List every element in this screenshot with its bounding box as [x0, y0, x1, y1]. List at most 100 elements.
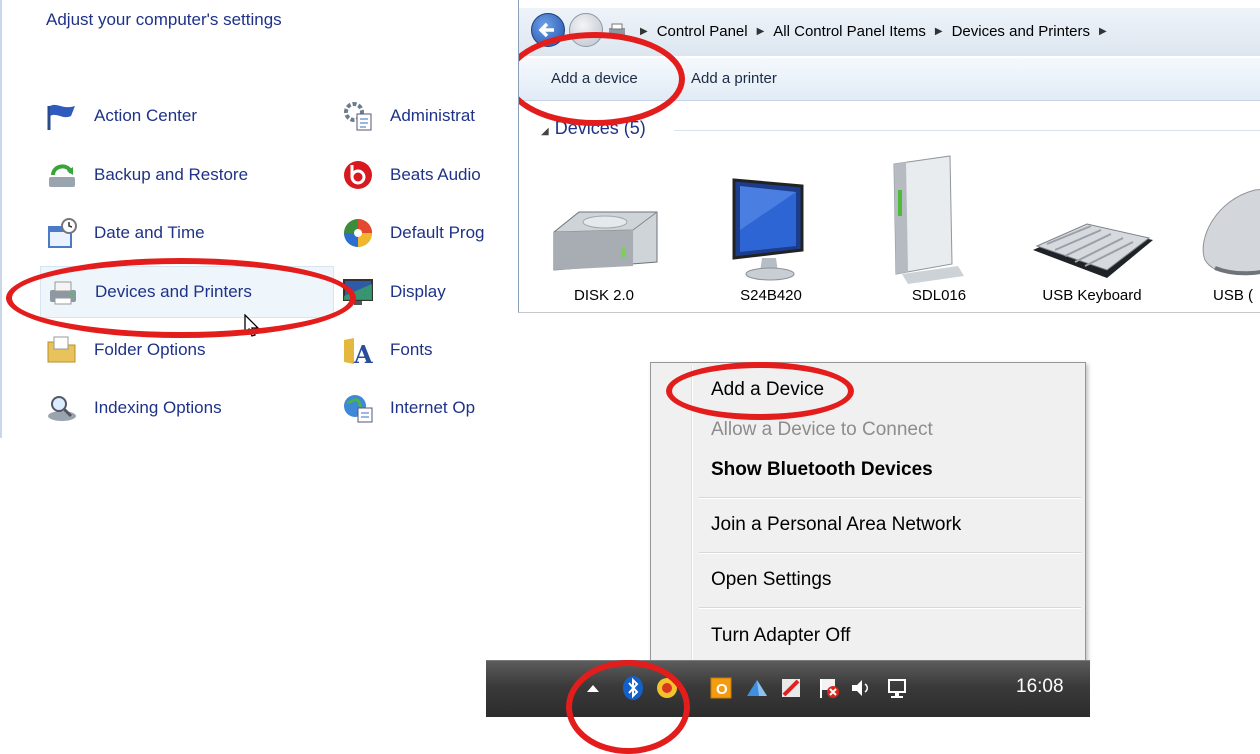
devices-group-header[interactable]: ◢ Devices (5): [541, 118, 646, 139]
item-label: Folder Options: [94, 340, 206, 359]
forward-button[interactable]: [569, 13, 603, 47]
show-hidden-icon[interactable]: [580, 675, 606, 701]
device-name: SDL016: [911, 287, 967, 304]
device-usb-keyboard[interactable]: USB Keyboard: [1027, 150, 1157, 310]
device-name: USB Keyboard: [1042, 287, 1142, 304]
item-label: Backup and Restore: [94, 165, 249, 184]
svg-text:A: A: [353, 340, 373, 366]
taskbar-clock[interactable]: 16:08: [1016, 676, 1064, 698]
menu-separator: [699, 552, 1081, 554]
device-sdl016[interactable]: SDL016: [874, 150, 1004, 310]
control-panel-item-backup-and-restore[interactable]: Backup and Restore: [44, 155, 248, 195]
breadcrumb: ▶ Control Panel ▶ All Control Panel Item…: [631, 18, 1116, 44]
command-bar: Add a device Add a printer: [519, 58, 1260, 101]
action-center-flag-icon[interactable]: [816, 675, 842, 701]
address-bar: ▶ Control Panel ▶ All Control Panel Item…: [519, 8, 1260, 56]
svg-text:O: O: [716, 681, 728, 698]
back-button[interactable]: [531, 13, 565, 47]
control-panel-item-internet-options[interactable]: Internet Op: [340, 388, 475, 428]
fonts-icon: A: [340, 333, 376, 367]
item-label: Devices and Printers: [95, 282, 252, 301]
item-label: Default Prog: [390, 223, 485, 242]
devices-and-printers-window: ▶ Control Panel ▶ All Control Panel Item…: [518, 0, 1260, 313]
office-icon[interactable]: O: [708, 675, 734, 701]
control-panel-item-fonts[interactable]: A Fonts: [340, 330, 433, 370]
item-label: Administrat: [390, 106, 476, 125]
network-icon[interactable]: [884, 675, 910, 701]
breadcrumb-control-panel[interactable]: Control Panel: [657, 23, 748, 40]
control-panel-window: Adjust your computer's settings Action C…: [0, 0, 488, 438]
item-label: Action Center: [94, 106, 197, 125]
admin-tools-icon: [340, 99, 376, 133]
control-panel-item-devices-and-printers[interactable]: Devices and Printers: [40, 266, 334, 318]
chevron-right-icon: ▶: [640, 25, 648, 37]
speaker-icon[interactable]: [848, 675, 874, 701]
menu-item-add-a-device[interactable]: Add a Device: [711, 379, 824, 401]
menu-item-show-bluetooth-devices[interactable]: Show Bluetooth Devices: [711, 459, 933, 481]
beats-icon: [340, 158, 376, 192]
add-device-button[interactable]: Add a device: [551, 58, 638, 100]
bluetooth-context-menu: Add a Device Allow a Device to Connect S…: [650, 362, 1086, 664]
device-disk[interactable]: DISK 2.0: [539, 150, 669, 310]
menu-item-join-personal-area-network[interactable]: Join a Personal Area Network: [711, 514, 961, 536]
network-app-icon[interactable]: [744, 675, 770, 701]
menu-item-allow-device-to-connect: Allow a Device to Connect: [711, 419, 933, 440]
control-panel-item-date-and-time[interactable]: Date and Time: [44, 213, 205, 253]
device-name: S24B420: [740, 287, 802, 304]
device-monitor[interactable]: S24B420: [706, 150, 836, 310]
breadcrumb-all-items[interactable]: All Control Panel Items: [773, 23, 926, 40]
default-programs-icon: [340, 216, 376, 250]
window-edge: [0, 0, 2, 438]
folder-icon: [44, 333, 80, 367]
control-panel-item-indexing-options[interactable]: Indexing Options: [44, 388, 222, 428]
magnifier-icon: [44, 391, 80, 425]
mouse-cursor-icon: [244, 314, 260, 337]
group-divider: [674, 130, 1260, 131]
page-title: Adjust your computer's settings: [46, 10, 282, 29]
control-panel-item-beats-audio[interactable]: Beats Audio: [340, 155, 481, 195]
folder-nav-icon: [607, 22, 627, 47]
monitor-icon: [706, 150, 836, 285]
item-label: Fonts: [390, 340, 433, 359]
menu-item-turn-adapter-off[interactable]: Turn Adapter Off: [711, 625, 850, 647]
chevron-right-icon: ▶: [934, 25, 943, 37]
chevron-right-icon[interactable]: ▶: [1099, 26, 1107, 37]
globe-icon: [340, 391, 376, 425]
add-printer-button[interactable]: Add a printer: [691, 58, 777, 100]
backup-icon: [44, 158, 80, 192]
menu-separator: [699, 497, 1081, 499]
bluetooth-icon[interactable]: [620, 675, 646, 701]
device-usb-mouse[interactable]: USB (: [1195, 150, 1260, 310]
item-label: Beats Audio: [390, 165, 481, 184]
taskbar-notification-area: O 16:08: [486, 660, 1090, 717]
control-panel-item-administrative-tools[interactable]: Administrat: [340, 96, 475, 136]
mouse-icon: [1195, 150, 1260, 285]
collapse-triangle-icon[interactable]: ◢: [541, 126, 549, 137]
menu-gutter: [691, 366, 693, 660]
breadcrumb-devices-and-printers[interactable]: Devices and Printers: [952, 23, 1090, 40]
chevron-right-icon: ▶: [756, 25, 765, 37]
security-icon[interactable]: [654, 675, 680, 701]
drive-icon: [539, 150, 669, 285]
control-panel-item-action-center[interactable]: Action Center: [44, 96, 197, 136]
device-name: DISK 2.0: [573, 287, 635, 304]
control-panel-item-display[interactable]: Display: [340, 272, 446, 312]
control-panel-item-folder-options[interactable]: Folder Options: [44, 330, 206, 370]
menu-item-open-settings[interactable]: Open Settings: [711, 569, 831, 591]
menu-separator: [699, 607, 1081, 609]
monitor-icon: [340, 275, 376, 309]
control-panel-item-default-programs[interactable]: Default Prog: [340, 213, 485, 253]
back-arrow-icon: [538, 22, 554, 38]
flag-icon: [44, 99, 80, 133]
item-label: Date and Time: [94, 223, 205, 242]
item-label: Display: [390, 282, 446, 301]
tool-icon[interactable]: [778, 675, 804, 701]
group-label: Devices (5): [554, 118, 646, 138]
tower-drive-icon: [874, 150, 1004, 285]
keyboard-icon: [1027, 150, 1157, 285]
item-label: Internet Op: [390, 398, 476, 417]
device-name: USB (: [1213, 287, 1254, 304]
calendar-clock-icon: [44, 216, 80, 250]
printer-icon: [45, 275, 81, 309]
item-label: Indexing Options: [94, 398, 222, 417]
